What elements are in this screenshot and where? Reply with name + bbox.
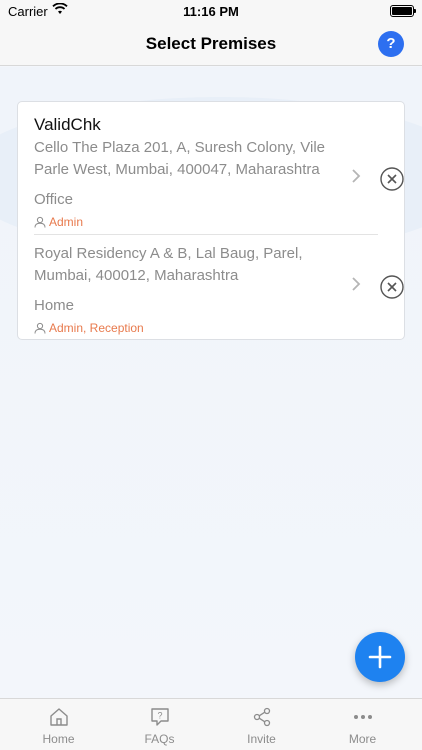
- premise-type: Home: [34, 297, 75, 314]
- faq-icon: ?: [150, 708, 169, 726]
- remove-premise-button[interactable]: [380, 275, 404, 299]
- battery-icon: [390, 5, 416, 17]
- svg-text:?: ?: [157, 711, 162, 721]
- page-title: Select Premises: [145, 34, 277, 53]
- premise-item[interactable]: ValidChk Cello The Plaza 201, A, Suresh …: [18, 112, 406, 232]
- premise-roles: Admin, Reception: [34, 321, 144, 335]
- tab-bar: Home ? FAQs Invite More: [0, 698, 422, 750]
- plus-icon: [368, 645, 392, 669]
- share-icon: [253, 707, 270, 727]
- tab-label: Home: [42, 732, 75, 746]
- status-bar: Carrier 11:16 PM: [0, 0, 422, 22]
- add-premise-button[interactable]: [355, 632, 405, 682]
- tab-faqs[interactable]: ? FAQs: [107, 699, 212, 750]
- tab-label: More: [348, 732, 377, 746]
- home-icon: [49, 708, 68, 726]
- help-button[interactable]: ?: [378, 31, 404, 57]
- remove-premise-button[interactable]: [380, 167, 404, 191]
- chevron-right-icon: [352, 277, 361, 291]
- clock: 11:16 PM: [183, 4, 239, 19]
- person-icon: [34, 216, 46, 228]
- divider: [34, 234, 378, 235]
- premise-roles-label: Admin: [49, 215, 84, 229]
- premise-item[interactable]: Royal Residency A & B, Lal Baug, Parel, …: [18, 242, 406, 338]
- person-icon: [34, 322, 46, 334]
- chevron-right-icon: [352, 169, 361, 183]
- tab-more[interactable]: More: [310, 699, 415, 750]
- premise-name: ValidChk: [34, 115, 101, 134]
- premise-roles-label: Admin, Reception: [49, 321, 144, 335]
- tab-invite[interactable]: Invite: [209, 699, 314, 750]
- tab-label: Invite: [247, 732, 276, 746]
- premise-address: Royal Residency A & B, Lal Baug, Parel, …: [34, 245, 303, 284]
- tab-label: FAQs: [144, 732, 175, 746]
- premise-type: Office: [34, 191, 73, 208]
- premises-card: ValidChk Cello The Plaza 201, A, Suresh …: [17, 101, 405, 340]
- tab-home[interactable]: Home: [6, 699, 111, 750]
- premise-roles: Admin: [34, 215, 83, 229]
- nav-bar: Select Premises ?: [0, 22, 422, 66]
- more-icon: [353, 715, 372, 719]
- premise-address: Cello The Plaza 201, A, Suresh Colony, V…: [34, 139, 326, 178]
